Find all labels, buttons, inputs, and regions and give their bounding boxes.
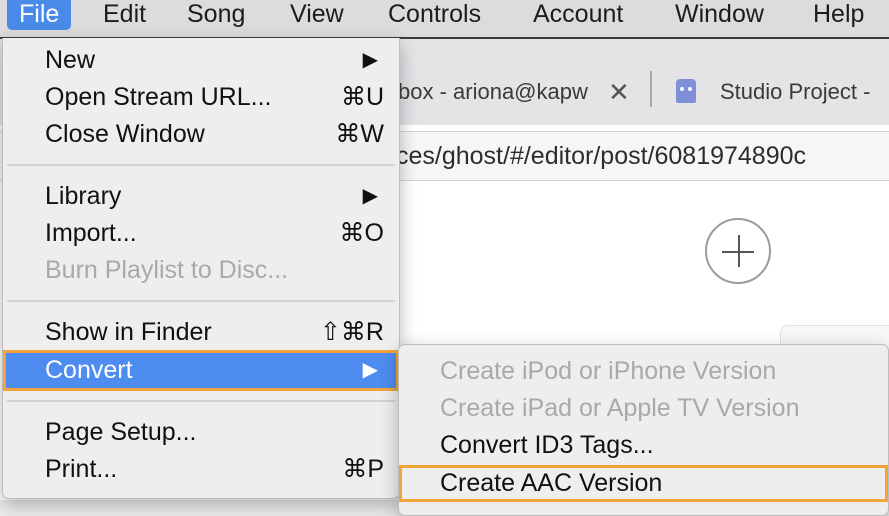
- menu-item-import[interactable]: Import... ⌘O: [5, 215, 397, 252]
- tab-inbox[interactable]: box - ariona@kapw: [398, 72, 598, 112]
- menu-item-close-window[interactable]: Close Window ⌘W: [5, 116, 397, 153]
- studio-favicon-icon: [676, 79, 696, 103]
- menu-edit[interactable]: Edit: [91, 0, 158, 30]
- menu-item-print[interactable]: Print... ⌘P: [5, 451, 397, 488]
- tab-studio-project[interactable]: Studio Project -: [720, 72, 889, 112]
- tab-divider: [650, 71, 652, 107]
- menu-item-label: Open Stream URL...: [45, 83, 272, 111]
- menu-item-convert[interactable]: Convert ▶: [3, 350, 399, 391]
- menu-file[interactable]: File: [7, 0, 72, 30]
- menu-item-label: Burn Playlist to Disc...: [45, 256, 289, 284]
- menu-item-library[interactable]: Library ▶: [5, 178, 397, 215]
- menu-shortcut: ⌘P: [342, 455, 384, 483]
- submenu-arrow-icon: ▶: [362, 185, 378, 207]
- menu-item-label: Create iPod or iPhone Version: [440, 357, 777, 385]
- menu-separator: [7, 300, 395, 302]
- menu-shortcut: ⇧⌘R: [319, 318, 384, 346]
- menu-item-label: New: [45, 46, 96, 74]
- submenu-arrow-icon: ▶: [362, 359, 378, 381]
- menu-separator: [7, 164, 395, 166]
- menu-item-open-stream-url[interactable]: Open Stream URL... ⌘U: [5, 79, 397, 116]
- menu-item-label: Create iPad or Apple TV Version: [440, 394, 800, 422]
- menu-item-label: Convert ID3 Tags...: [440, 431, 654, 459]
- menu-shortcut: ⌘W: [335, 120, 384, 148]
- menu-item-label: Print...: [45, 455, 118, 483]
- menu-bar: File Edit Song View Controls Account Win…: [0, 0, 889, 39]
- menu-song[interactable]: Song: [175, 0, 257, 30]
- menu-item-page-setup[interactable]: Page Setup...: [5, 414, 397, 451]
- menu-separator: [7, 400, 395, 402]
- menu-item-label: Show in Finder: [45, 318, 212, 346]
- menu-item-create-aac-version[interactable]: Create AAC Version: [399, 465, 888, 502]
- menu-item-create-ipod-version: Create iPod or iPhone Version: [399, 353, 888, 390]
- file-menu: New ▶ Open Stream URL... ⌘U Close Window…: [2, 38, 400, 499]
- menu-item-label: Import...: [45, 219, 137, 247]
- menu-window[interactable]: Window: [663, 0, 776, 30]
- submenu-arrow-icon: ▶: [362, 49, 378, 71]
- menu-item-create-ipad-version: Create iPad or Apple TV Version: [399, 390, 888, 427]
- close-icon[interactable]: ✕: [608, 72, 630, 112]
- menu-item-label: Close Window: [45, 120, 205, 148]
- menu-item-label: Page Setup...: [45, 418, 197, 446]
- add-card-button[interactable]: [705, 218, 771, 284]
- menu-shortcut: ⌘O: [339, 219, 384, 247]
- menu-item-label: Library: [45, 182, 122, 210]
- menu-item-show-in-finder[interactable]: Show in Finder ⇧⌘R: [5, 314, 397, 351]
- menu-shortcut: ⌘U: [340, 83, 384, 111]
- menu-item-new[interactable]: New ▶: [5, 42, 397, 79]
- convert-submenu: Create iPod or iPhone Version Create iPa…: [398, 344, 889, 516]
- menu-account[interactable]: Account: [521, 0, 635, 30]
- menu-item-burn-playlist: Burn Playlist to Disc...: [5, 252, 397, 289]
- menu-view[interactable]: View: [278, 0, 356, 30]
- menu-controls[interactable]: Controls: [376, 0, 493, 30]
- url-text: ces/ghost/#/editor/post/6081974890c: [396, 142, 807, 170]
- menu-help[interactable]: Help: [801, 0, 876, 30]
- menu-item-label: Convert: [45, 356, 133, 384]
- menu-item-convert-id3-tags[interactable]: Convert ID3 Tags...: [399, 427, 888, 464]
- menu-item-label: Create AAC Version: [440, 469, 663, 497]
